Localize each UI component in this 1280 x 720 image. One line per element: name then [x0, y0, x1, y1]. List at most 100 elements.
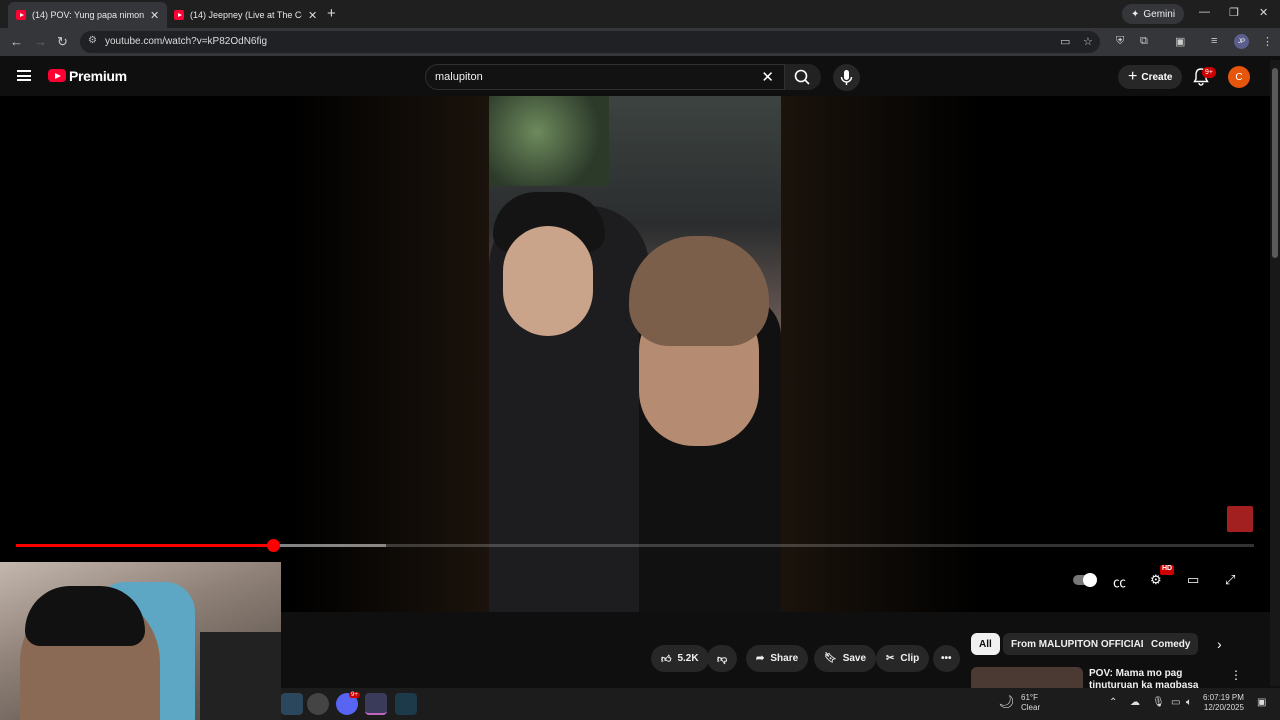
- more-actions-button[interactable]: •••: [933, 645, 960, 672]
- tray-network-icon[interactable]: ▭: [1171, 697, 1180, 708]
- captions-icon[interactable]: ㏄: [1113, 572, 1126, 591]
- tab-close-icon[interactable]: ✕: [150, 9, 159, 22]
- save-button[interactable]: 🔖︎ Save: [814, 645, 877, 672]
- bookmark-star-icon[interactable]: ☆: [1083, 35, 1093, 48]
- chip-all[interactable]: All: [971, 633, 1000, 655]
- ambient-glow-left: [289, 96, 489, 612]
- browser-tab-bar: (14) POV: Yung papa nimong u ✕ (14) Jeep…: [0, 0, 1280, 28]
- channel-watermark[interactable]: [1227, 506, 1253, 532]
- clock-time: 6:07:19 PM: [1203, 693, 1244, 702]
- microphone-icon: [840, 70, 853, 85]
- clear-search-icon[interactable]: ✕: [761, 68, 774, 86]
- progress-played: [16, 544, 274, 547]
- gemini-label: Gemini: [1143, 8, 1176, 20]
- youtube-logo-icon[interactable]: [48, 69, 66, 82]
- hd-badge: HD: [1160, 565, 1175, 575]
- sparkle-icon: ✦: [1131, 8, 1140, 20]
- url-text[interactable]: youtube.com/watch?v=kP82OdN6fig: [105, 36, 267, 47]
- notification-count-badge: 9+: [1202, 67, 1216, 78]
- voice-search-button[interactable]: [833, 64, 860, 91]
- like-button[interactable]: 👍︎ 5.2K: [651, 645, 709, 672]
- youtube-premium-logo[interactable]: Premium: [69, 68, 127, 84]
- video-frame[interactable]: [489, 96, 781, 612]
- recommendation-menu-icon[interactable]: ⋮: [1230, 668, 1242, 682]
- taskbar-clock[interactable]: 6:07:19 PM 12/20/2025: [1203, 693, 1244, 713]
- tray-mic-icon[interactable]: 🎙︎: [1152, 697, 1165, 708]
- search-input[interactable]: malupiton ✕: [425, 64, 785, 90]
- progress-scrubber[interactable]: [267, 539, 280, 552]
- browser-tab[interactable]: (14) Jeepney (Live at The Cozy C ✕: [166, 2, 325, 28]
- webcam-desk: [200, 632, 281, 720]
- dislike-button[interactable]: 👎︎: [707, 645, 738, 672]
- thumbs-up-icon: 👍︎: [661, 653, 672, 665]
- taskbar-app-icon[interactable]: [307, 693, 329, 715]
- video-player[interactable]: ㏄ ⚙ HD ▭ ⤢: [0, 96, 1270, 612]
- extensions-puzzle-icon[interactable]: ⧉: [1140, 35, 1148, 48]
- browser-tab-active[interactable]: (14) POV: Yung papa nimong u ✕: [8, 2, 168, 28]
- taskbar-notepad-icon[interactable]: [395, 693, 417, 715]
- back-icon[interactable]: ←: [10, 34, 23, 49]
- search-button[interactable]: [785, 64, 821, 90]
- weather-temp: 61°F: [1021, 693, 1038, 702]
- media-control-icon[interactable]: ≡: [1211, 35, 1217, 47]
- youtube-favicon-icon: [174, 10, 184, 20]
- weather-widget[interactable]: 61°F Clear: [1021, 693, 1040, 713]
- ambient-glow-right: [781, 96, 981, 612]
- chips-next-icon[interactable]: ›: [1217, 636, 1222, 652]
- save-label: Save: [842, 653, 867, 664]
- browser-profile-avatar[interactable]: JP: [1234, 34, 1249, 49]
- weather-condition: Clear: [1021, 703, 1041, 712]
- tray-overflow-icon[interactable]: ⌃: [1109, 697, 1117, 708]
- scissors-icon: ✂: [886, 653, 895, 664]
- fullscreen-icon[interactable]: ⤢: [1225, 572, 1235, 588]
- notification-center-icon[interactable]: ▣: [1257, 697, 1266, 708]
- tab-search-icon[interactable]: ▣: [1175, 35, 1185, 48]
- taskbar-steam-active-icon[interactable]: [365, 693, 387, 715]
- chip-comedy[interactable]: Comedy: [1143, 633, 1199, 655]
- youtube-header: Premium malupiton ✕ + Create 9+ C: [0, 56, 1280, 96]
- gemini-button[interactable]: ✦ Gemini: [1122, 4, 1185, 24]
- minimize-icon[interactable]: —: [1199, 6, 1210, 18]
- clip-button[interactable]: ✂ Clip: [876, 645, 930, 672]
- restore-icon[interactable]: ❐: [1229, 6, 1239, 19]
- webcam-overlay: [0, 562, 281, 720]
- reload-icon[interactable]: ↻: [57, 34, 68, 50]
- new-tab-button[interactable]: +: [327, 5, 336, 22]
- browser-menu-icon[interactable]: ⋮: [1262, 35, 1273, 48]
- more-horizontal-icon: •••: [941, 653, 952, 664]
- create-button[interactable]: + Create: [1118, 65, 1183, 89]
- chip-from-channel[interactable]: From MALUPITON OFFICIAL: [1003, 633, 1155, 655]
- plus-icon: +: [1128, 68, 1138, 85]
- scroll-thumb[interactable]: [1272, 68, 1278, 258]
- page-scrollbar[interactable]: [1270, 60, 1280, 686]
- taskbar-steam-icon[interactable]: [281, 693, 303, 715]
- tab-title: (14) Jeepney (Live at The Cozy C: [190, 10, 302, 20]
- hamburger-menu-icon[interactable]: [17, 70, 31, 81]
- tray-app-icon[interactable]: ☁: [1130, 697, 1140, 708]
- share-button[interactable]: ➦ Share: [746, 645, 809, 672]
- windows-taskbar: 9+ 🌙︎ 61°F Clear ⌃ ☁ 🎙︎ ▭ 🔈︎ 6:07:19 PM …: [281, 688, 1280, 720]
- forward-icon[interactable]: →: [34, 34, 47, 49]
- search-icon: [794, 69, 810, 85]
- theater-mode-icon[interactable]: ▭: [1187, 572, 1199, 588]
- tray-volume-icon[interactable]: 🔈︎: [1186, 697, 1192, 708]
- youtube-favicon-icon: [16, 10, 26, 20]
- close-window-icon[interactable]: ✕: [1259, 6, 1268, 19]
- share-arrow-icon: ➦: [756, 653, 765, 664]
- site-info-icon[interactable]: ⚙: [88, 35, 97, 46]
- tab-title: (14) POV: Yung papa nimong u: [32, 10, 144, 20]
- thumbs-down-icon: 👎︎: [717, 653, 728, 665]
- webcam-person-hair: [25, 586, 145, 646]
- like-count: 5.2K: [677, 653, 699, 664]
- cast-icon[interactable]: ▭: [1060, 35, 1070, 48]
- autoplay-toggle[interactable]: [1073, 573, 1097, 587]
- shield-extension-icon[interactable]: ⛨: [1116, 35, 1124, 48]
- search-query[interactable]: malupiton: [435, 71, 483, 83]
- moon-weather-icon: 🌙︎: [998, 694, 1015, 709]
- account-avatar[interactable]: C: [1228, 66, 1250, 88]
- share-label: Share: [770, 653, 799, 664]
- bookmark-icon: 🔖︎: [824, 653, 837, 664]
- tab-close-icon[interactable]: ✕: [308, 9, 317, 22]
- background-tree: [489, 96, 609, 186]
- omnibox[interactable]: ⚙ youtube.com/watch?v=kP82OdN6fig: [80, 31, 1100, 53]
